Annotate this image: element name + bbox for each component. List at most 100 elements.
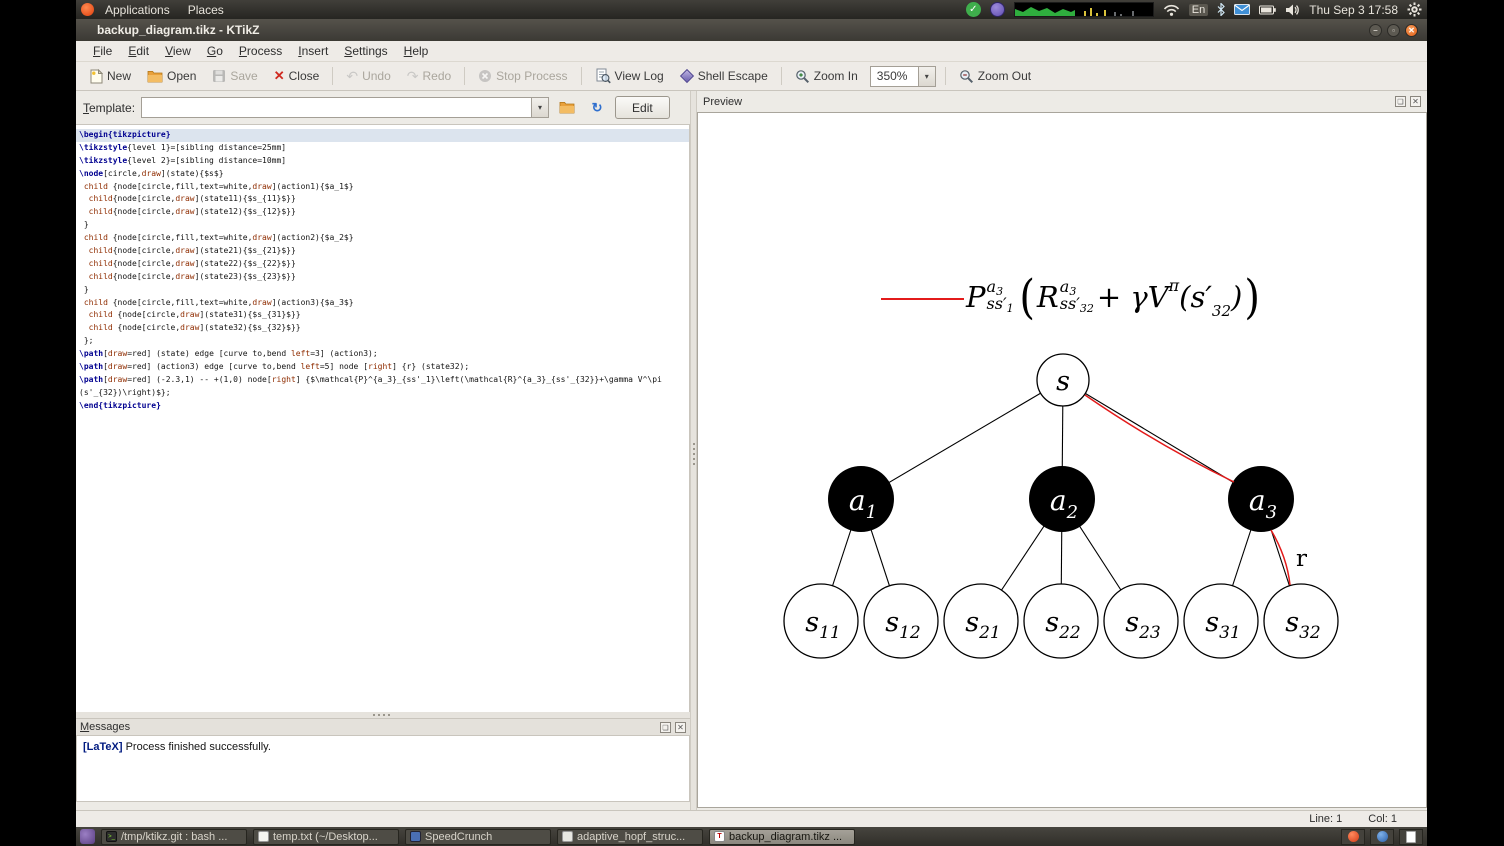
edge-label-r: r xyxy=(1296,546,1307,572)
maximize-button[interactable] xyxy=(1387,23,1400,37)
undo-icon xyxy=(346,69,358,83)
formula-P-scripts: a3 ss′1 xyxy=(986,277,1014,315)
new-button[interactable]: New xyxy=(83,66,138,87)
formula-rparen: ) xyxy=(1244,269,1261,325)
formula-lparen: ( xyxy=(1018,269,1035,325)
node-s23 xyxy=(1103,583,1179,659)
indicator-area: En Thu Sep 3 17:58 xyxy=(965,2,1427,17)
code-editor[interactable]: \begin{tikzpicture} \tikzstyle{level 1}=[… xyxy=(76,124,690,712)
distributor-logo-icon[interactable] xyxy=(81,3,94,16)
save-button[interactable]: Save xyxy=(205,66,264,86)
status-col-indicator: Col: 1 xyxy=(1368,813,1397,825)
battery-icon[interactable] xyxy=(1259,5,1277,15)
log-tag: [LaTeX] xyxy=(83,741,123,753)
places-menu[interactable]: Places xyxy=(181,3,231,17)
tray-icon-1[interactable] xyxy=(1341,828,1365,845)
menu-settings[interactable]: Settings xyxy=(336,42,395,60)
tray-icon-2[interactable] xyxy=(1370,828,1394,845)
blue-app-icon xyxy=(1376,831,1388,842)
code-line: } xyxy=(79,284,89,294)
messages-header: Messages xyxy=(76,718,690,735)
sync-indicator-icon[interactable] xyxy=(989,2,1005,17)
menu-insert[interactable]: Insert xyxy=(290,42,336,60)
minimize-button[interactable] xyxy=(1369,23,1382,37)
system-monitor-applet[interactable] xyxy=(1013,2,1154,17)
formula-R: R xyxy=(1036,280,1059,314)
code-line: child{node[circle,draw](state11){$s_{11}… xyxy=(88,194,296,204)
document-icon xyxy=(562,831,573,842)
shell-escape-button[interactable]: Shell Escape xyxy=(673,66,775,86)
close-pane-icon[interactable] xyxy=(1410,96,1421,107)
status-line-indicator: Line: 1 xyxy=(1309,813,1343,825)
formula: P a3 ss′1 ( R a3 ss′32 + γV π (s′ 32 ) ) xyxy=(966,265,1263,329)
launcher-icon[interactable] xyxy=(80,829,95,844)
updates-ok-icon[interactable] xyxy=(965,2,981,17)
tray-icon-3[interactable] xyxy=(1399,828,1423,845)
menu-go[interactable]: Go xyxy=(199,42,231,60)
label-s: s xyxy=(1056,366,1070,397)
chevron-down-icon[interactable] xyxy=(917,66,935,86)
code-line: child {node[circle,fill,text=white,draw]… xyxy=(83,181,354,191)
node-s32 xyxy=(1263,583,1339,659)
node-s21 xyxy=(943,583,1019,659)
task-item-bash[interactable]: /tmp/ktikz.git : bash ... xyxy=(101,828,247,845)
toolbar-separator xyxy=(580,67,582,85)
applications-menu[interactable]: Applications xyxy=(98,3,177,17)
close-file-button[interactable]: Close xyxy=(267,66,327,86)
mail-icon[interactable] xyxy=(1234,4,1251,15)
clock[interactable]: Thu Sep 3 17:58 xyxy=(1309,3,1398,17)
reload-template-button[interactable] xyxy=(585,96,609,119)
zoom-in-button[interactable]: Zoom In xyxy=(788,66,865,87)
toolbar-separator xyxy=(780,67,782,85)
open-button[interactable]: Open xyxy=(140,66,203,86)
code-line: child{node[circle,draw](state22){$s_{22}… xyxy=(88,258,296,268)
close-window-button[interactable] xyxy=(1405,23,1418,37)
template-row: Template: Edit xyxy=(76,91,697,124)
toolbar-separator xyxy=(944,67,946,85)
detach-pane-icon[interactable] xyxy=(1395,96,1406,107)
undo-button[interactable]: Undo xyxy=(339,66,397,86)
stop-process-button[interactable]: Stop Process xyxy=(471,66,574,86)
menu-process[interactable]: Process xyxy=(231,42,290,60)
chevron-down-icon[interactable] xyxy=(531,98,549,117)
tikz-preview-svg: s a1 a2 a3 s11 s12 s21 s22 s23 s31 s32 r xyxy=(783,353,1339,659)
messages-log[interactable]: [LaTeX] Process finished successfully. xyxy=(76,735,690,802)
task-item-backup-diagram[interactable]: backup_diagram.tikz ... xyxy=(709,828,855,845)
panel-menus: Applications Places xyxy=(76,3,231,17)
shell-escape-icon xyxy=(679,68,694,84)
zoom-level-value: 350% xyxy=(876,69,908,83)
calculator-icon xyxy=(410,831,421,842)
browse-template-button[interactable] xyxy=(555,96,579,119)
template-combobox[interactable] xyxy=(141,97,550,118)
code-line: \begin{tikzpicture} xyxy=(76,129,689,142)
node-s11 xyxy=(783,583,859,659)
window-titlebar[interactable]: backup_diagram.tikz - KTikZ xyxy=(76,19,1427,41)
taskbar-tray xyxy=(1341,828,1423,845)
volume-icon[interactable] xyxy=(1285,4,1300,16)
zoom-out-button[interactable]: Zoom Out xyxy=(952,66,1038,87)
zoom-level-select[interactable]: 350% xyxy=(869,65,936,87)
session-gear-icon[interactable] xyxy=(1407,2,1422,17)
menu-bar: File Edit View Go Process Insert Setting… xyxy=(76,41,1427,62)
task-item-speedcrunch[interactable]: SpeedCrunch xyxy=(405,828,551,845)
keyboard-layout-indicator[interactable]: En xyxy=(1188,3,1209,16)
bluetooth-icon[interactable] xyxy=(1217,3,1226,16)
main-toolbar: New Open Save Close Undo xyxy=(76,62,1427,91)
new-document-icon xyxy=(90,68,103,83)
menu-help[interactable]: Help xyxy=(396,42,437,60)
menu-view[interactable]: View xyxy=(157,42,199,60)
menu-file[interactable]: File xyxy=(85,42,120,60)
redo-icon xyxy=(407,69,419,83)
wifi-icon[interactable] xyxy=(1163,4,1180,16)
preview-title: Preview xyxy=(703,95,743,108)
formula-arg-close: ) xyxy=(1231,280,1243,314)
edit-template-button[interactable]: Edit xyxy=(615,96,670,119)
redo-button[interactable]: Redo xyxy=(400,66,458,86)
vertical-splitter[interactable] xyxy=(690,91,697,810)
task-item-tempfile[interactable]: temp.txt (~/Desktop... xyxy=(253,828,399,845)
menu-edit[interactable]: Edit xyxy=(120,42,157,60)
close-pane-icon[interactable] xyxy=(675,721,686,733)
view-log-button[interactable]: View Log xyxy=(588,65,671,87)
task-item-adaptive-hopf[interactable]: adaptive_hopf_struc... xyxy=(557,828,703,845)
detach-pane-icon[interactable] xyxy=(660,721,671,733)
